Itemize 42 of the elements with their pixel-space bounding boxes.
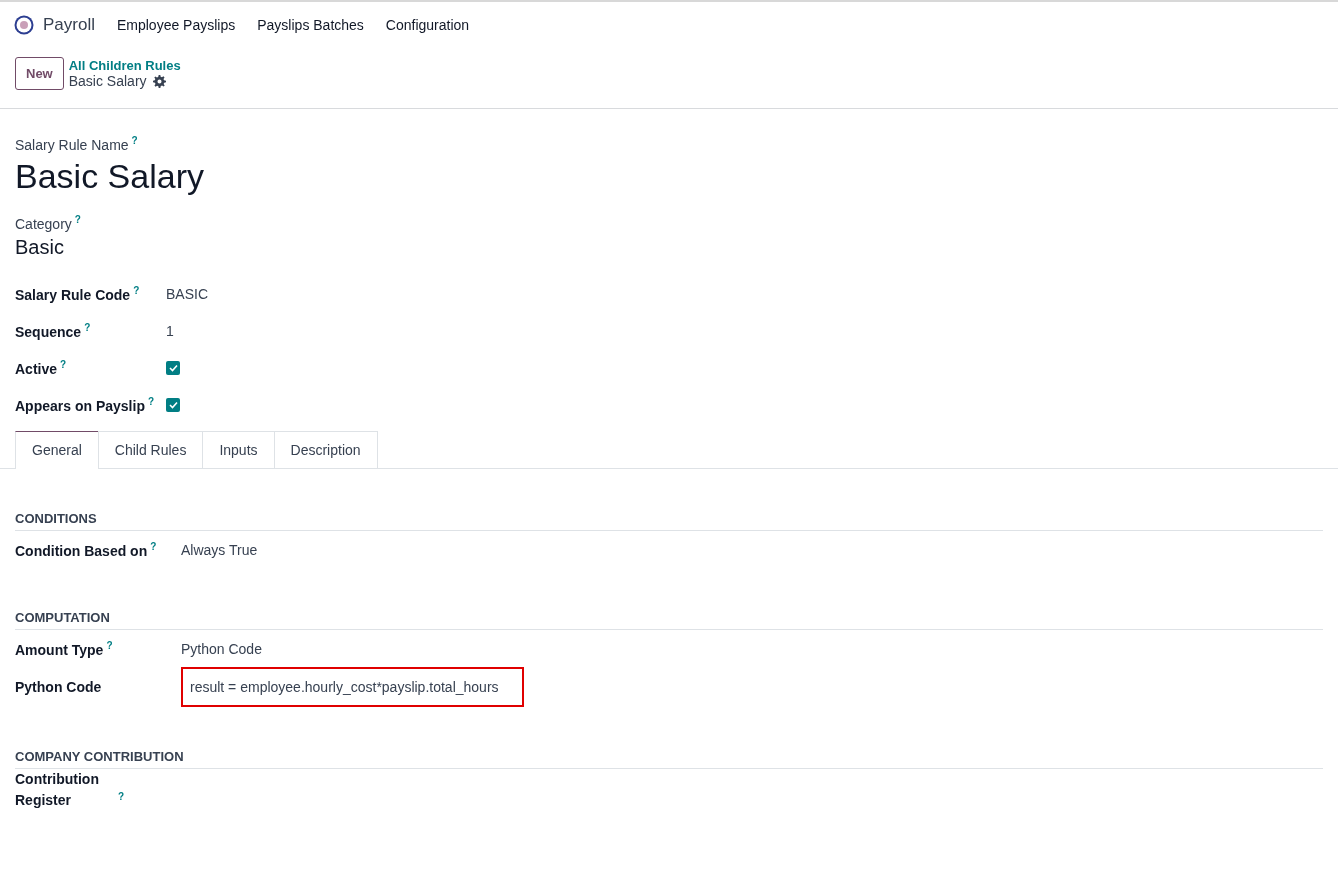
tab[interactable]: General	[15, 431, 99, 470]
help-tooltip-mark[interactable]: ?	[118, 790, 125, 802]
menu-item[interactable]: Employee Payslips	[116, 17, 236, 33]
help-tooltip-mark[interactable]: ?	[84, 322, 91, 333]
field-value: BASIC	[166, 285, 209, 302]
settings-icon[interactable]	[152, 74, 166, 88]
record-name: Basic Salary	[68, 73, 147, 89]
field-label: Amount Type	[15, 641, 104, 658]
checkbox[interactable]	[166, 360, 180, 375]
field-label: Active	[15, 360, 58, 377]
breadcrumb-link[interactable]: All Children Rules	[68, 58, 181, 73]
app-name[interactable]: Payroll	[43, 15, 95, 35]
field-value: 1	[166, 322, 175, 339]
help-tooltip-mark[interactable]: ?	[106, 640, 113, 651]
field-label: Salary Rule Name	[15, 136, 129, 153]
menu-item[interactable]: Configuration	[385, 17, 470, 33]
field-value: Basic	[15, 236, 65, 260]
record-title: Basic Salary	[15, 156, 205, 196]
help-tooltip-mark[interactable]: ?	[60, 359, 67, 370]
field-label: Contribution Register	[15, 770, 100, 811]
help-tooltip-mark[interactable]: ?	[131, 135, 138, 146]
field-value: Always True	[181, 541, 259, 558]
field-label: Category	[15, 215, 72, 232]
help-tooltip-mark[interactable]: ?	[133, 285, 140, 296]
field-label: Appears on Payslip	[15, 397, 145, 414]
tab[interactable]: Description	[273, 431, 378, 469]
field-label: Sequence	[15, 323, 82, 340]
field-label: Salary Rule Code	[15, 286, 131, 303]
help-tooltip-mark[interactable]: ?	[147, 396, 155, 407]
app-logo-icon[interactable]	[14, 15, 34, 35]
help-tooltip-mark[interactable]: ?	[74, 213, 81, 225]
menu-item[interactable]: Payslips Batches	[257, 17, 364, 33]
field-label: Condition Based on	[15, 542, 148, 559]
help-tooltip-mark[interactable]: ?	[150, 541, 157, 552]
section-heading: CONDITIONS	[15, 511, 1323, 532]
new-button[interactable]: New	[15, 57, 64, 90]
section-heading: COMPANY CONTRIBUTION	[15, 749, 1323, 770]
code-field[interactable]: result = employee.hourly_cost*payslip.total_hours	[181, 667, 524, 708]
section-heading: COMPUTATION	[15, 610, 1323, 631]
field-label: Python Code	[15, 679, 102, 696]
checkbox[interactable]	[166, 397, 180, 412]
field-value: Python Code	[181, 640, 263, 657]
